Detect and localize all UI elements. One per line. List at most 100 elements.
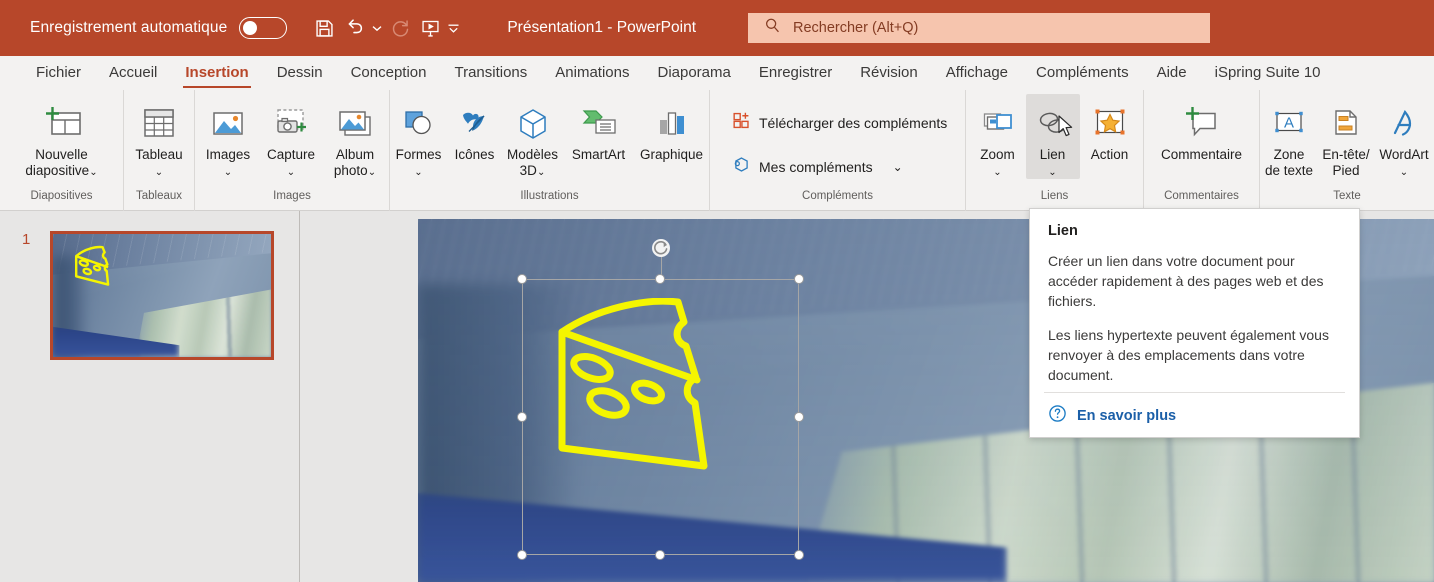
undo-icon[interactable] <box>339 11 369 45</box>
help-circle-icon <box>1048 404 1067 427</box>
comment-button[interactable]: Commentaire <box>1150 94 1254 163</box>
chevron-down-icon[interactable]: ⌄ <box>224 168 232 178</box>
slide-thumbnail-pane: 1 <box>0 211 300 582</box>
new-slide-icon <box>41 100 83 146</box>
chevron-down-icon[interactable]: ⌄ <box>89 168 97 178</box>
learn-more-link[interactable]: En savoir plus <box>1048 404 1176 427</box>
tab-diaporama[interactable]: Diaporama <box>643 56 744 90</box>
icons-button[interactable]: Icônes <box>448 94 502 163</box>
new-slide-button[interactable]: Nouvelle diapositive ⌄ <box>8 94 116 179</box>
tooltip-title: Lien <box>1048 223 1078 239</box>
search-box[interactable]: Rechercher (Alt+Q) <box>748 13 1210 43</box>
action-icon <box>1089 100 1131 146</box>
customize-qat-icon[interactable] <box>445 11 461 45</box>
handle-bottom-center[interactable] <box>655 550 665 560</box>
selection-frame <box>517 239 804 560</box>
ribbon: Nouvelle diapositive ⌄ Diapositives Tabl… <box>0 90 1434 211</box>
autosave-toggle[interactable] <box>239 17 288 39</box>
table-button[interactable]: Tableau ⌄ <box>127 94 191 179</box>
my-addins-button[interactable]: Mes compléments ⌄ <box>726 152 909 182</box>
tooltip-separator <box>1044 392 1345 393</box>
tab-accueil[interactable]: Accueil <box>95 56 171 90</box>
handle-top-left[interactable] <box>517 274 527 284</box>
tab-ispring-suite[interactable]: iSpring Suite 10 <box>1201 56 1335 90</box>
save-icon[interactable] <box>309 11 339 45</box>
chevron-down-icon[interactable]: ⌄ <box>537 168 545 178</box>
document-title: Présentation1 - PowerPoint <box>507 19 697 36</box>
models-3d-label: Modèles 3D ⌄ <box>506 147 559 178</box>
images-button[interactable]: Images ⌄ <box>197 94 259 179</box>
pictures-icon <box>207 100 249 146</box>
handle-top-right[interactable] <box>794 274 804 284</box>
smartart-button[interactable]: SmartArt <box>564 94 634 163</box>
rotate-handle[interactable] <box>651 239 670 257</box>
chevron-down-icon[interactable]: ⌄ <box>993 168 1001 178</box>
chevron-down-icon[interactable]: ⌄ <box>368 168 376 178</box>
header-footer-button[interactable]: En-tête/Pied <box>1317 94 1375 179</box>
ribbon-group-commentaires: Commentaire Commentaires <box>1144 90 1260 211</box>
chevron-down-icon[interactable]: ⌄ <box>287 168 295 178</box>
tab-dessin[interactable]: Dessin <box>263 56 337 90</box>
chart-button[interactable]: Graphique <box>634 94 710 163</box>
shapes-button[interactable]: Formes ⌄ <box>390 94 448 179</box>
handle-top-center[interactable] <box>655 274 665 284</box>
zoom-button[interactable]: Zoom ⌄ <box>970 94 1026 179</box>
chart-label: Graphique <box>639 147 704 162</box>
text-box-icon: A <box>1268 100 1310 146</box>
tab-enregistrer[interactable]: Enregistrer <box>745 56 846 90</box>
redo-icon <box>385 11 415 45</box>
slide-number: 1 <box>22 231 31 248</box>
svg-text:A: A <box>1284 115 1294 132</box>
undo-dropdown-icon[interactable] <box>369 11 385 45</box>
quick-access-toolbar: Enregistrement automatique Présentation1… <box>0 11 696 45</box>
action-label: Action <box>1090 147 1129 162</box>
table-label: Tableau ⌄ <box>135 147 183 178</box>
table-icon <box>138 100 180 146</box>
ribbon-group-illustrations: Formes ⌄ Icônes Modèles 3D⌄ SmartArt Gra… <box>390 90 710 211</box>
chevron-down-icon[interactable]: ⌄ <box>414 168 422 178</box>
tab-animations[interactable]: Animations <box>541 56 643 90</box>
tab-aide[interactable]: Aide <box>1143 56 1201 90</box>
handle-middle-left[interactable] <box>517 412 527 422</box>
handle-bottom-left[interactable] <box>517 550 527 560</box>
chart-icon <box>651 100 693 146</box>
group-label-illustrations: Illustrations <box>520 190 579 202</box>
handle-middle-right[interactable] <box>794 412 804 422</box>
tab-revision[interactable]: Révision <box>846 56 932 90</box>
my-addins-icon <box>732 155 751 179</box>
tab-complements[interactable]: Compléments <box>1022 56 1143 90</box>
learn-more-label: En savoir plus <box>1077 407 1177 424</box>
wordart-button[interactable]: WordArt ⌄ <box>1375 94 1433 179</box>
chevron-down-icon[interactable]: ⌄ <box>1048 168 1056 178</box>
mouse-cursor <box>1058 115 1075 143</box>
screenshot-button[interactable]: Capture ⌄ <box>259 94 323 179</box>
photo-album-button[interactable]: Album photo ⌄ <box>323 94 387 179</box>
get-addins-button[interactable]: Télécharger des compléments <box>726 108 953 138</box>
tab-affichage[interactable]: Affichage <box>932 56 1022 90</box>
link-tooltip: Lien Créer un lien dans votre document p… <box>1029 208 1360 438</box>
action-button[interactable]: Action <box>1080 94 1140 163</box>
tooltip-paragraph-2: Les liens hypertexte peuvent également v… <box>1048 327 1329 383</box>
my-addins-label: Mes compléments <box>759 159 873 175</box>
tab-conception[interactable]: Conception <box>337 56 441 90</box>
shapes-label: Formes ⌄ <box>395 147 442 178</box>
tab-insertion[interactable]: Insertion <box>171 56 262 90</box>
smartart-label: SmartArt <box>571 147 626 162</box>
text-box-button[interactable]: A Zone de texte <box>1261 94 1317 179</box>
search-icon <box>764 17 781 39</box>
group-label-diapositives: Diapositives <box>30 190 93 202</box>
photo-album-label: Album photo ⌄ <box>333 147 377 178</box>
chevron-down-icon[interactable]: ⌄ <box>893 161 903 173</box>
shapes-icon <box>398 100 440 146</box>
tab-fichier[interactable]: Fichier <box>22 56 95 90</box>
new-slide-label: Nouvelle diapositive ⌄ <box>25 147 98 178</box>
handle-bottom-right[interactable] <box>794 550 804 560</box>
slide-thumbnail-1[interactable] <box>50 231 274 360</box>
chevron-down-icon[interactable]: ⌄ <box>1400 168 1408 178</box>
photo-album-icon <box>334 100 376 146</box>
tab-transitions[interactable]: Transitions <box>440 56 541 90</box>
present-icon[interactable] <box>415 11 445 45</box>
models-3d-button[interactable]: Modèles 3D ⌄ <box>502 94 564 179</box>
comment-label: Commentaire <box>1160 147 1243 162</box>
chevron-down-icon[interactable]: ⌄ <box>155 168 163 178</box>
